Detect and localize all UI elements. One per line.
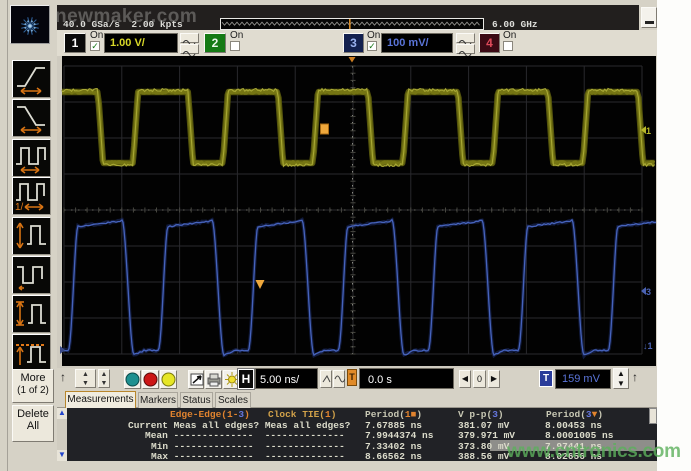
svg-text:↓1: ↓1 xyxy=(643,341,653,351)
svg-text:1: 1 xyxy=(646,126,651,136)
svg-text:1/: 1/ xyxy=(15,202,24,213)
svg-text:3: 3 xyxy=(646,287,651,297)
